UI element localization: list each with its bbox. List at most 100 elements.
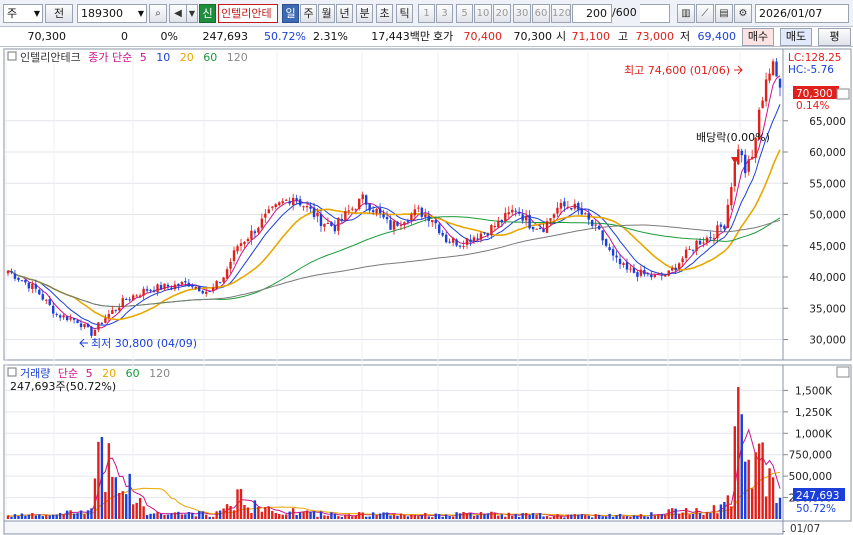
volume-bar (514, 514, 517, 519)
volume-bar (326, 515, 330, 519)
volume-bar (177, 511, 180, 519)
volume-bar (670, 508, 674, 519)
candle-body (524, 215, 528, 221)
candle-body (778, 78, 782, 88)
volume-bar (10, 516, 13, 519)
candle-body (570, 208, 573, 210)
volume-tick-label: 1,250K (795, 407, 833, 419)
volume-bar (319, 511, 323, 519)
volume-bar (382, 512, 385, 519)
candle-body (451, 238, 455, 243)
interval-button-4[interactable]: 20 (493, 4, 511, 23)
prev-button[interactable]: 전 (45, 4, 73, 23)
volume-bar (559, 515, 563, 519)
interval-button-2[interactable]: 5 (456, 4, 473, 23)
volume-bar (128, 473, 131, 519)
candle-body (681, 258, 684, 263)
tab-period-0[interactable]: 일 (282, 4, 299, 23)
price-tick-label: 40,000 (809, 272, 846, 284)
volume-bar (577, 514, 580, 519)
candle-type-icon[interactable]: ▥ (677, 4, 695, 23)
volume-bar (664, 514, 667, 519)
search-icon[interactable]: ⌕ (149, 4, 167, 23)
candle-body (6, 270, 10, 274)
stock-name[interactable]: 인텔리안테 (218, 4, 278, 23)
volume-bar (434, 513, 437, 519)
candle-body (361, 194, 364, 200)
volume-bar (340, 516, 344, 519)
candle-body (507, 212, 510, 215)
candle-body (10, 271, 13, 273)
candle-body (69, 318, 72, 320)
candle-body (128, 299, 131, 301)
sell-button[interactable]: 매도 (780, 28, 812, 46)
volume-bar (198, 511, 201, 519)
tab-period-1[interactable]: 주 (300, 4, 317, 23)
volume-bar (674, 508, 677, 519)
count-spinner[interactable] (640, 4, 670, 23)
candle-body (201, 291, 204, 294)
volume-bar (636, 516, 639, 519)
candle-body (107, 314, 111, 318)
speaker-icon[interactable]: ◀ (169, 4, 187, 23)
code-input[interactable]: 189300 ▼ (77, 4, 147, 23)
volume-bar (608, 513, 611, 519)
candle-body (205, 291, 208, 294)
candle-body (646, 273, 650, 275)
gear-icon[interactable]: ⚙ (734, 4, 752, 23)
volume-bar (361, 512, 364, 519)
candle-body (90, 326, 93, 336)
volume-bar (104, 491, 107, 519)
volume-bar (646, 516, 650, 519)
scroll-up-button[interactable] (836, 88, 850, 100)
candle-body (396, 221, 399, 226)
candle-body (62, 315, 65, 318)
volume-bar (260, 511, 264, 519)
candle-body (118, 307, 121, 311)
candle-body (58, 315, 62, 318)
candle-body (111, 310, 114, 314)
candle-body (413, 209, 417, 216)
tab-period-3[interactable]: 년 (336, 4, 353, 23)
stock-chart[interactable]: 65,000 60,000 55,000 50,000 45,000 40,000 35,0… (0, 47, 853, 535)
interval-button-0[interactable]: 1 (418, 4, 435, 23)
tab-period-5[interactable]: 초 (376, 4, 393, 23)
candle-body (747, 159, 750, 172)
volume-bar (757, 443, 761, 519)
tab-period-4[interactable]: 분 (356, 4, 373, 23)
line-chart-icon[interactable]: ⟋ (696, 4, 714, 23)
candle-body (764, 79, 768, 102)
market-type-select[interactable]: 주 ▼ (3, 4, 43, 23)
volume-bar (406, 516, 410, 519)
volume-bar (205, 514, 208, 519)
volume-bar (538, 513, 542, 519)
price-tick-label: 55,000 (809, 178, 846, 190)
buy-button[interactable]: 매수 (742, 28, 774, 46)
candle-body (222, 277, 225, 283)
interval-button-6[interactable]: 60 (532, 4, 550, 23)
tab-period-2[interactable]: 월 (318, 4, 335, 23)
volume-bar (500, 514, 504, 519)
date-input[interactable]: 2026/01/07 (755, 4, 849, 23)
volume-bar (156, 512, 159, 519)
price-tick-label: 35,000 (809, 303, 846, 315)
chevron-down-icon[interactable]: ▼ (186, 4, 198, 23)
price-tick-label: 65,000 (809, 116, 846, 128)
volume-bar (458, 513, 462, 519)
interval-button-5[interactable]: 30 (513, 4, 531, 23)
tab-period-6[interactable]: 틱 (396, 4, 413, 23)
eval-button[interactable]: 평 (818, 28, 851, 46)
candle-body (625, 262, 629, 270)
count-input[interactable]: 200 (572, 4, 612, 23)
open-label: 시 (556, 30, 567, 43)
save-icon[interactable]: ▤ (715, 4, 733, 23)
volume-bar (709, 512, 712, 519)
candle-body (131, 295, 135, 301)
candle-body (410, 214, 413, 221)
interval-button-7[interactable]: 120 (551, 4, 571, 23)
interval-button-1[interactable]: 3 (436, 4, 453, 23)
volume-scroll-button[interactable] (836, 366, 850, 378)
volume-bar (135, 502, 138, 519)
candle-body (41, 294, 44, 300)
interval-button-3[interactable]: 10 (474, 4, 492, 23)
